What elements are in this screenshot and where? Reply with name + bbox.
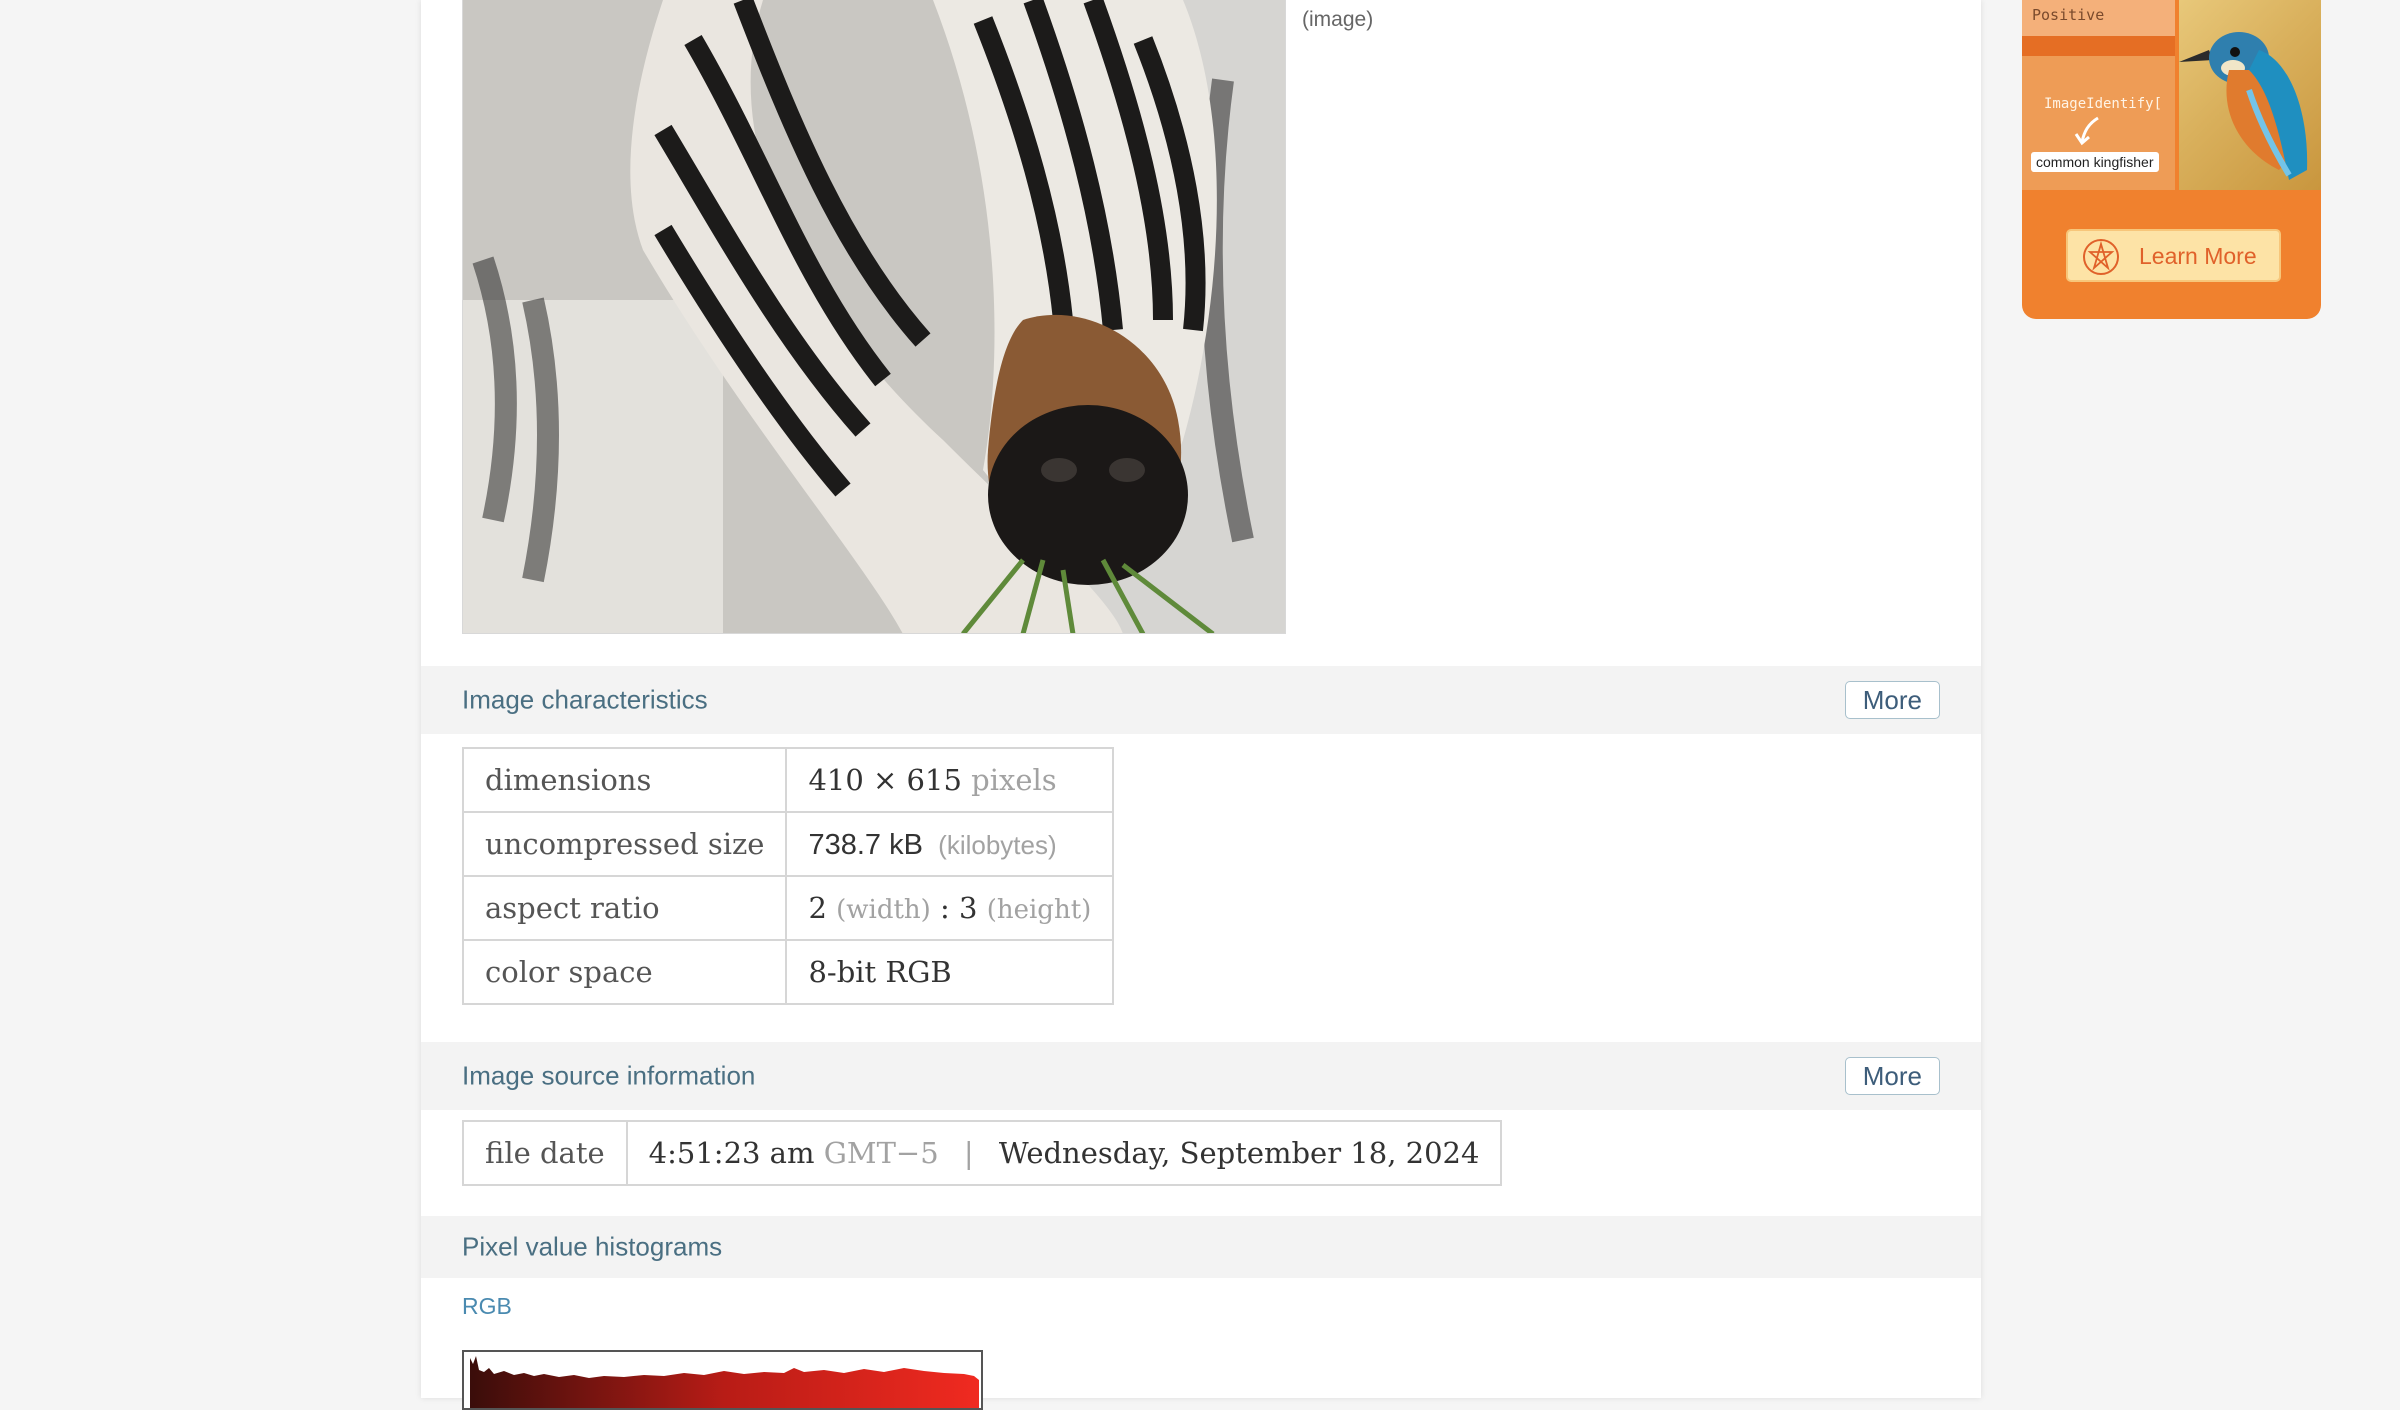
- histograms-pod-header: Pixel value histograms: [421, 1216, 1981, 1278]
- checkmark-arrow-icon: [2074, 116, 2099, 146]
- rgb-channel-label[interactable]: RGB: [462, 1293, 512, 1320]
- characteristics-more-button[interactable]: More: [1844, 681, 1940, 719]
- file-date: Wednesday, September 18, 2024: [998, 1136, 1480, 1170]
- file-date-label: file date: [462, 1120, 628, 1186]
- source-pod-header: Image source information More: [421, 1042, 1981, 1110]
- aspect-height-note: (height): [986, 895, 1092, 925]
- aspect-ratio-value: 2 (width) : 3 (height): [785, 875, 1115, 941]
- dimensions-unit: pixels: [971, 763, 1057, 797]
- wolfram-spikey-icon: [2083, 239, 2119, 275]
- characteristics-pod-header: Image characteristics More: [421, 666, 1981, 734]
- histograms-title: Pixel value histograms: [462, 1231, 723, 1262]
- aspect-ratio-label: aspect ratio: [461, 875, 788, 941]
- wolfram-ad-banner[interactable]: Positive ImageIdentify[ common kingfishe…: [2022, 0, 2321, 319]
- dimensions-number: 410 × 615: [808, 763, 962, 797]
- source-more-button[interactable]: More: [1844, 1057, 1940, 1095]
- color-space-value: 8-bit RGB: [785, 939, 1115, 1005]
- kingfisher-image: [2179, 0, 2321, 190]
- main-content-panel: (image) Image characteristics More dimen…: [421, 0, 1981, 1410]
- rgb-histogram: [462, 1350, 983, 1410]
- ad-function-label: ImageIdentify[: [2044, 96, 2163, 112]
- file-timezone: GMT−5: [823, 1136, 939, 1170]
- table-row: file date 4:51:23 am GMT−5 | Wednesday, …: [462, 1120, 1503, 1186]
- aspect-separator: :: [940, 891, 950, 925]
- dimensions-value: 410 × 615 pixels: [785, 747, 1115, 813]
- learn-more-button[interactable]: Learn More: [2066, 229, 2281, 282]
- ad-positive-label: Positive: [2032, 6, 2105, 24]
- table-row: uncompressed size 738.7 kB (kilobytes): [461, 811, 1115, 877]
- learn-more-label: Learn More: [2139, 243, 2257, 269]
- uncompressed-size-number: 738.7 kB: [808, 828, 923, 861]
- table-row: aspect ratio 2 (width) : 3 (height): [461, 875, 1115, 941]
- uncompressed-size-unit: (kilobytes): [938, 829, 1057, 860]
- aspect-height: 3: [959, 891, 978, 925]
- dimensions-label: dimensions: [461, 747, 788, 813]
- source-table: file date 4:51:23 am GMT−5 | Wednesday, …: [462, 1120, 1503, 1186]
- color-space-label: color space: [461, 939, 788, 1005]
- source-title: Image source information: [462, 1060, 756, 1091]
- file-time: 4:51:23 am: [648, 1136, 815, 1170]
- table-row: dimensions 410 × 615 pixels: [461, 747, 1115, 813]
- uncompressed-size-value: 738.7 kB (kilobytes): [785, 811, 1115, 877]
- aspect-width-note: (width): [836, 895, 931, 925]
- file-date-value: 4:51:23 am GMT−5 | Wednesday, September …: [625, 1120, 1503, 1186]
- characteristics-table: dimensions 410 × 615 pixels uncompressed…: [461, 747, 1115, 1005]
- table-row: color space 8-bit RGB: [461, 939, 1115, 1005]
- uncompressed-size-label: uncompressed size: [461, 811, 788, 877]
- characteristics-title: Image characteristics: [462, 684, 708, 715]
- file-date-divider: |: [963, 1136, 974, 1170]
- aspect-width: 2: [808, 891, 827, 925]
- image-caption: (image): [1302, 8, 1374, 31]
- ad-result-tag: common kingfisher: [2031, 152, 2159, 172]
- input-image: [462, 0, 1286, 634]
- ad-mid-band: [2022, 36, 2175, 56]
- ad-illustration-panel: Positive ImageIdentify[ common kingfishe…: [2022, 0, 2175, 190]
